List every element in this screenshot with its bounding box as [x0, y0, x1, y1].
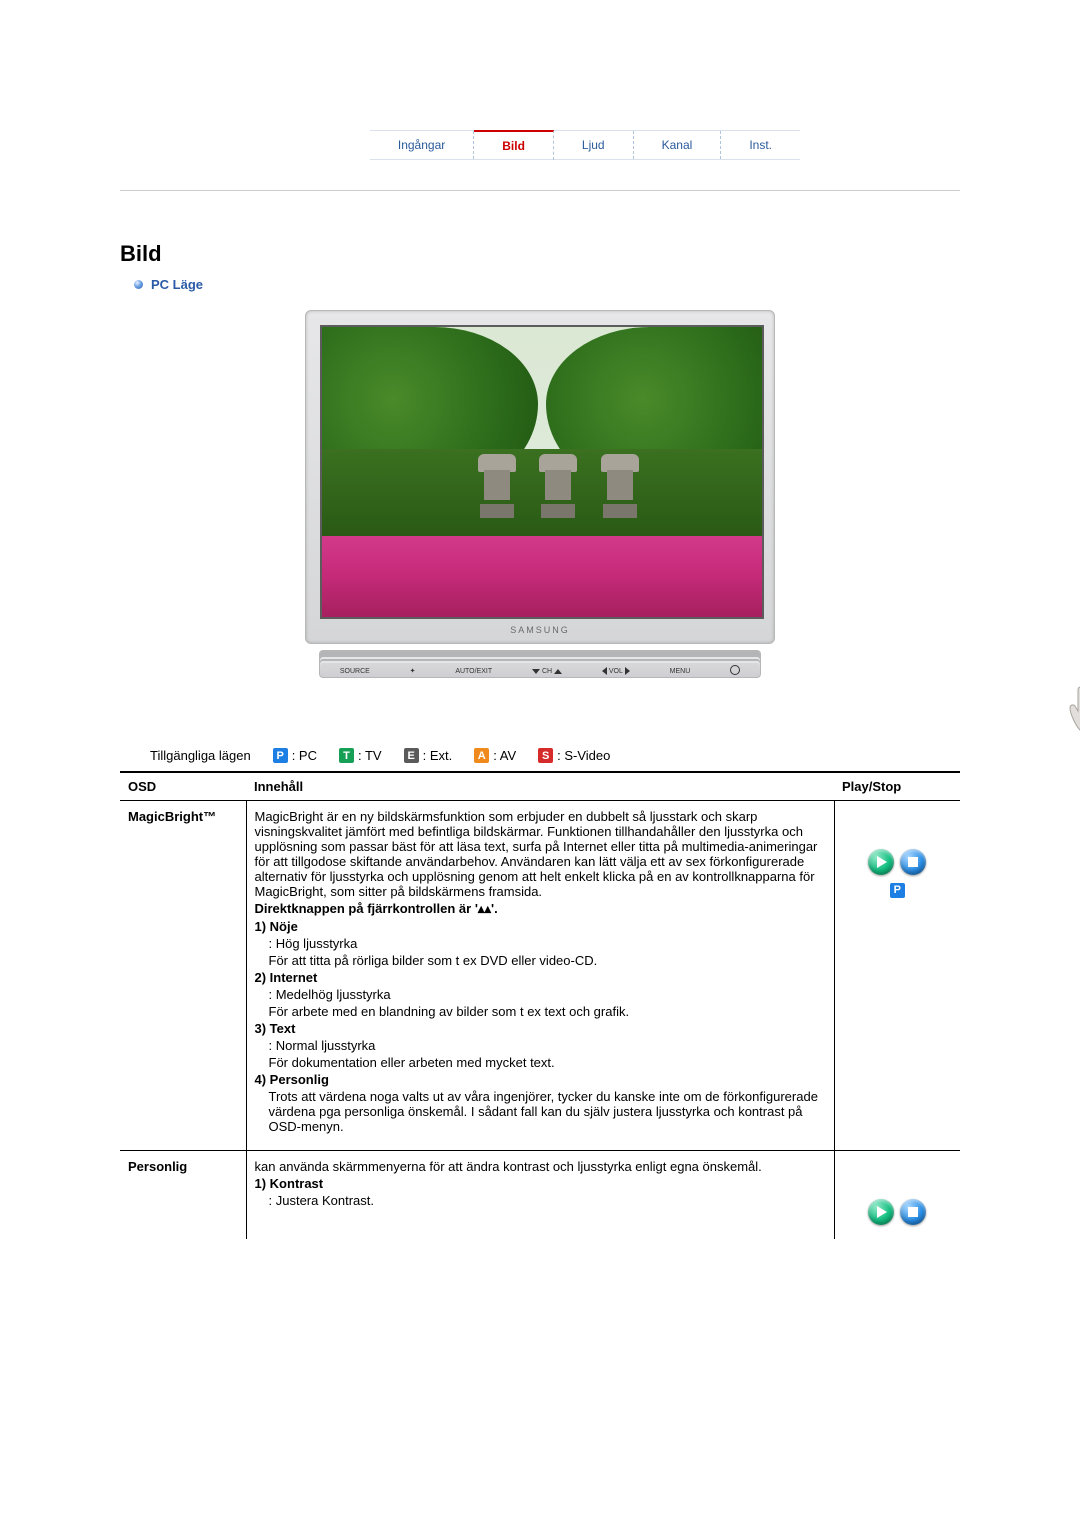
stop-icon[interactable]: [900, 849, 926, 875]
screen-image: [320, 325, 764, 619]
mode-av: A: AV: [474, 748, 516, 763]
play-cell: [834, 1151, 960, 1240]
col-play: Play/Stop: [834, 772, 960, 801]
tab-bar: Ingångar Bild Ljud Kanal Inst.: [0, 130, 1080, 160]
osd-cell: Personlig: [120, 1151, 246, 1240]
magicbright-button[interactable]: ✦: [410, 667, 416, 677]
monitor-controls: SOURCE ✦ AUTO/EXIT CH VOL MENU: [319, 650, 761, 678]
hand-cursor-icon: [1060, 682, 1080, 732]
play-cell: P: [834, 801, 960, 1151]
mode-badge-p: P: [890, 883, 905, 898]
tab-kanal[interactable]: Kanal: [634, 131, 722, 159]
play-icon[interactable]: [868, 1199, 894, 1225]
tab-ljud[interactable]: Ljud: [554, 131, 634, 159]
vol-buttons[interactable]: VOL: [602, 667, 630, 677]
col-content: Innehåll: [246, 772, 834, 801]
content-cell: kan använda skärmmenyerna för att ändra …: [246, 1151, 834, 1240]
col-osd: OSD: [120, 772, 246, 801]
page-title: Bild: [120, 241, 960, 267]
mode-pc: P: PC: [273, 748, 317, 763]
play-icon[interactable]: [868, 849, 894, 875]
bullet-icon: [134, 280, 143, 289]
stop-icon[interactable]: [900, 1199, 926, 1225]
tab-bild[interactable]: Bild: [474, 130, 554, 160]
source-button[interactable]: SOURCE: [340, 668, 370, 677]
table-row: Personlig kan använda skärmmenyerna för …: [120, 1151, 960, 1240]
content-cell: MagicBright är en ny bildskärmsfunktion …: [246, 801, 834, 1151]
auto-exit-button[interactable]: AUTO/EXIT: [455, 668, 492, 677]
osd-cell: MagicBright™: [120, 801, 246, 1151]
modes-label: Tillgängliga lägen: [150, 748, 251, 763]
subsection-text: PC Läge: [151, 277, 203, 292]
mode-svideo: S: S-Video: [538, 748, 610, 763]
monitor-illustration: SAMSUNG: [305, 310, 775, 644]
available-modes: Tillgängliga lägen P: PC T: TV E: Ext. A…: [150, 748, 960, 763]
tab-inst[interactable]: Inst.: [721, 131, 800, 159]
monitor-brand: SAMSUNG: [320, 619, 760, 637]
subsection-label: PC Läge: [134, 277, 960, 292]
mode-tv: T: TV: [339, 748, 382, 763]
tab-ingangar[interactable]: Ingångar: [370, 131, 474, 159]
ch-down-button[interactable]: CH: [532, 668, 562, 677]
mode-ext: E: Ext.: [404, 748, 453, 763]
table-row: MagicBright™ MagicBright är en ny bildsk…: [120, 801, 960, 1151]
menu-button[interactable]: MENU: [670, 668, 691, 677]
feature-table: OSD Innehåll Play/Stop MagicBright™ Magi…: [120, 771, 960, 1239]
power-button[interactable]: [730, 665, 740, 677]
